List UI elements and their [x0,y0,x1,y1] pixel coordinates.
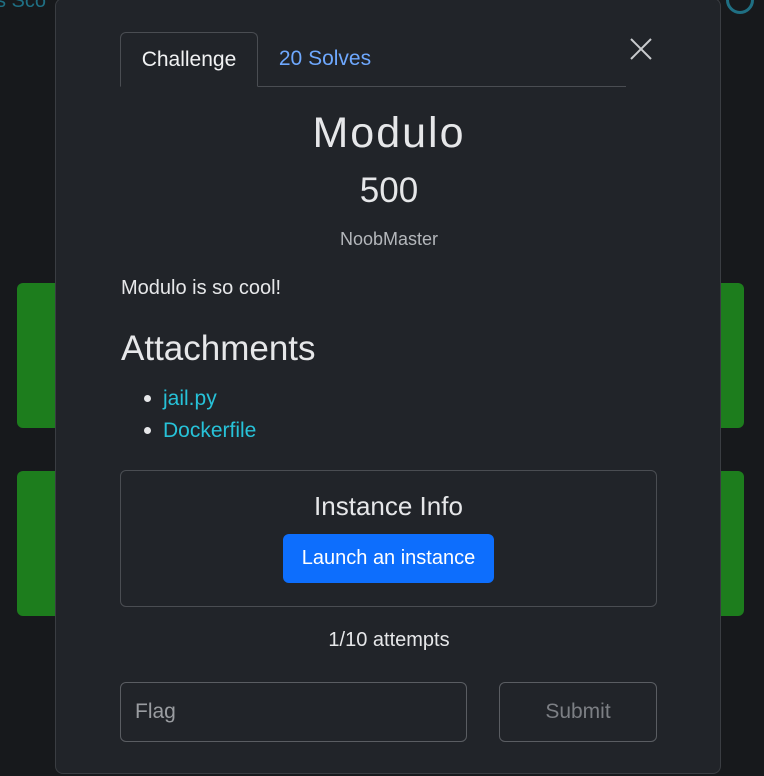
tab-solves[interactable]: 20 Solves [258,32,392,86]
tab-challenge[interactable]: Challenge [120,32,258,87]
close-icon [630,38,652,60]
attachment-item: Dockerfile [121,415,256,447]
attachment-link-jail-py[interactable]: jail.py [163,387,217,410]
challenge-author: NoobMaster [339,229,439,249]
flag-input[interactable] [120,682,467,742]
attachment-item: jail.py [121,383,256,415]
challenge-modal: Challenge 20 Solves Modulo 500 NoobMaste… [55,0,721,774]
instance-info-panel: Instance Info Launch an instance [120,470,657,607]
attachment-link-dockerfile[interactable]: Dockerfile [163,419,256,442]
attachments-list: jail.py Dockerfile [121,383,256,447]
challenge-description: Modulo is so cool! [121,277,282,299]
bullet-icon [144,427,151,434]
background-nav-link: s Sco [0,0,47,12]
close-button[interactable] [629,37,653,61]
challenge-points: 500 [359,171,419,210]
user-circle-icon [726,0,754,14]
launch-instance-button[interactable]: Launch an instance [283,534,494,583]
submit-button[interactable]: Submit [499,682,657,742]
modal-tabs: Challenge 20 Solves [120,32,626,87]
challenge-title: Modulo [312,109,466,157]
attachments-heading: Attachments [121,329,316,368]
bullet-icon [144,395,151,402]
attempts-counter: 1/10 attempts [328,629,450,651]
instance-info-title: Instance Info [314,491,463,521]
